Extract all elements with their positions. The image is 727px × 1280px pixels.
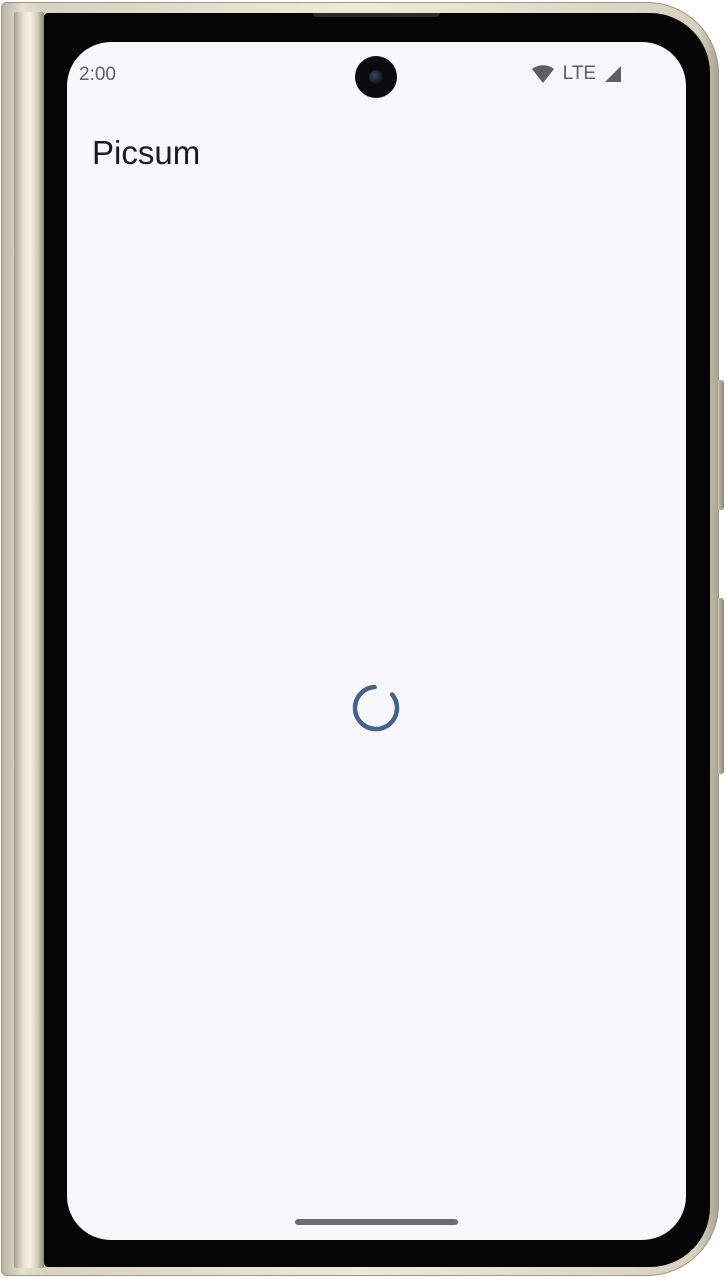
loading-spinner-icon xyxy=(350,682,402,734)
wifi-icon xyxy=(531,64,555,84)
phone-device: 2:00 LTE Picsum xyxy=(0,0,727,1280)
app-screen: 2:00 LTE Picsum xyxy=(67,42,686,1240)
device-hinge xyxy=(14,12,44,1268)
status-bar: 2:00 LTE xyxy=(67,42,686,106)
power-button xyxy=(718,598,724,774)
status-time: 2:00 xyxy=(79,64,116,85)
status-indicators: LTE xyxy=(531,62,622,86)
camera-lens xyxy=(369,70,383,84)
app-title: Picsum xyxy=(92,134,201,171)
cellular-signal-icon xyxy=(604,65,622,83)
volume-button xyxy=(718,380,724,510)
front-camera xyxy=(355,56,397,98)
gesture-nav-handle[interactable] xyxy=(295,1219,458,1225)
network-type-label: LTE xyxy=(562,63,596,84)
earpiece-speaker xyxy=(313,13,440,17)
